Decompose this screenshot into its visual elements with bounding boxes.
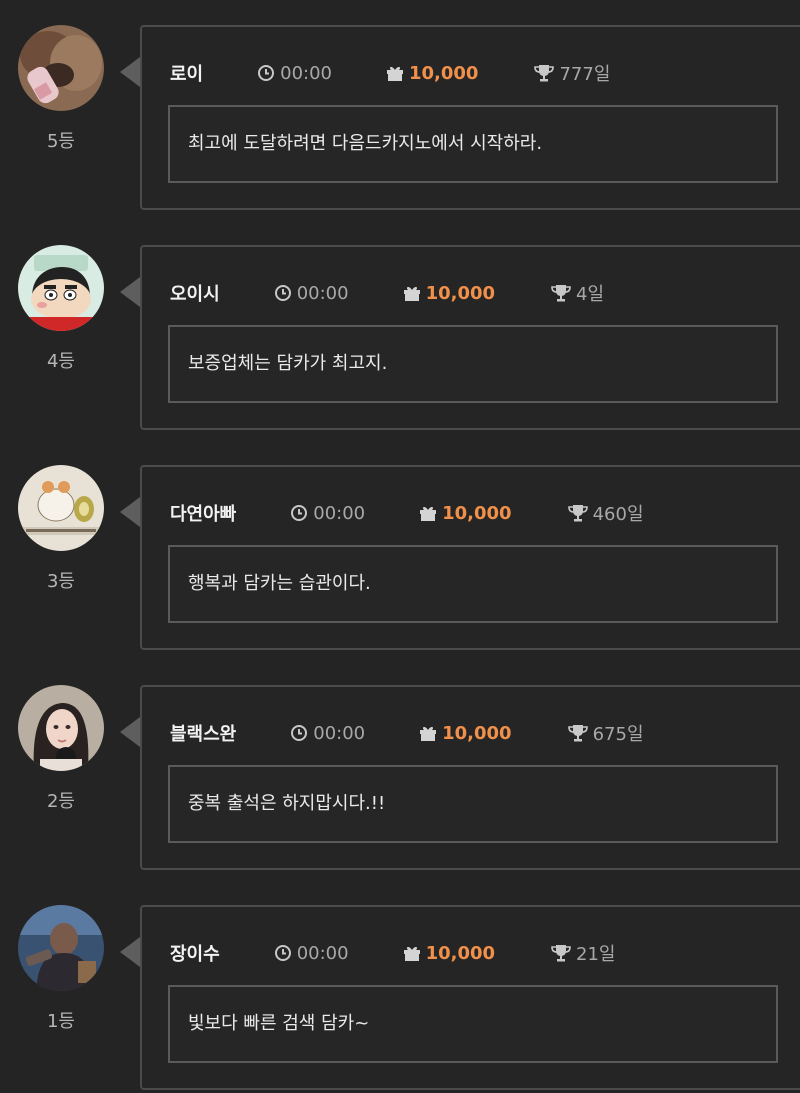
avatar[interactable] [18,685,104,771]
entry-meta: 로이 00:00 10,000 777일 [170,60,788,86]
rank-label: 1등 [46,1011,75,1032]
reward-value: 10,000 [409,62,479,84]
avatar[interactable] [18,465,104,551]
attendance-entry: 5등 로이 00:00 10,000 777일 최고에 도달하려면 다음드카지노… [0,25,800,210]
time-value: 00:00 [296,282,349,304]
nickname[interactable]: 로이 [170,60,203,86]
reward-value: 10,000 [442,722,512,744]
attendance-streak: 777일 [534,60,610,86]
time-value: 00:00 [296,942,349,964]
card-pointer [120,937,140,967]
streak-value: 777일 [559,64,611,85]
clock-icon [274,284,292,302]
trophy-icon [534,64,555,82]
reward-points: 10,000 [419,502,512,524]
time-value: 00:00 [313,502,366,524]
check-in-time: 00:00 [257,63,332,84]
avatar[interactable] [18,25,104,111]
trophy-icon [567,724,588,742]
clock-icon [290,504,308,522]
attendance-entry: 4등 오이시 00:00 10,000 4일 보증업체는 담카가 최고지. [0,245,800,430]
gift-icon [403,944,421,962]
entry-meta: 다연아빠 00:00 10,000 460일 [170,500,788,526]
reward-points: 10,000 [386,63,478,84]
check-in-time: 00:00 [274,943,349,964]
rank-label: 2등 [46,791,75,812]
attendance-card: 다연아빠 00:00 10,000 460일 행복과 담카는 습관이다. [140,465,800,650]
clock-icon [290,724,308,742]
streak-value: 460일 [592,504,644,525]
reward-value: 10,000 [442,502,512,524]
clock-icon [257,64,275,82]
gift-icon [386,64,404,82]
streak-value: 675일 [592,724,644,745]
check-in-time: 00:00 [274,283,349,304]
streak-value: 21일 [576,944,616,965]
trophy-icon [551,944,571,962]
reward-points: 10,000 [403,283,495,304]
card-pointer [120,277,140,307]
attendance-streak: 21일 [551,940,616,966]
attendance-streak: 4일 [551,280,604,306]
avatar[interactable] [18,245,104,331]
entry-meta: 장이수 00:00 10,000 21일 [170,940,788,966]
rank-label: 3등 [46,571,75,592]
trophy-icon [551,284,571,302]
nickname[interactable]: 블랙스완 [170,720,236,746]
reward-points: 10,000 [403,943,495,964]
entry-meta: 블랙스완 00:00 10,000 675일 [170,720,788,746]
nickname[interactable]: 오이시 [170,280,220,306]
time-value: 00:00 [280,62,332,84]
check-in-time: 00:00 [290,503,365,524]
greeting-message: 보증업체는 담카가 최고지. [168,325,778,403]
rank-label: 5등 [46,131,75,152]
streak-value: 4일 [576,284,605,305]
card-pointer [120,497,140,527]
attendance-streak: 460일 [567,500,644,526]
gift-icon [403,284,421,302]
attendance-card: 블랙스완 00:00 10,000 675일 중복 출석은 하지맙시다.!! [140,685,800,870]
trophy-icon [567,504,588,522]
greeting-message: 행복과 담카는 습관이다. [168,545,778,623]
time-value: 00:00 [313,722,366,744]
attendance-entry: 1등 장이수 00:00 10,000 21일 빛보다 빠른 검색 담카~ [0,905,800,1090]
card-pointer [120,717,140,747]
check-in-time: 00:00 [290,723,365,744]
greeting-message: 최고에 도달하려면 다음드카지노에서 시작하라. [168,105,778,183]
attendance-list: 5등 로이 00:00 10,000 777일 최고에 도달하려면 다음드카지노… [0,0,800,1093]
gift-icon [419,504,437,522]
attendance-streak: 675일 [567,720,644,746]
entry-meta: 오이시 00:00 10,000 4일 [170,280,788,306]
nickname[interactable]: 다연아빠 [170,500,236,526]
attendance-card: 오이시 00:00 10,000 4일 보증업체는 담카가 최고지. [140,245,800,430]
clock-icon [274,944,292,962]
rank-label: 4등 [46,351,75,372]
attendance-entry: 3등 다연아빠 00:00 10,000 460일 행복과 담카는 습관이다. [0,465,800,650]
greeting-message: 중복 출석은 하지맙시다.!! [168,765,778,843]
attendance-entry: 2등 블랙스완 00:00 10,000 675일 중복 출석은 하지맙시다.!… [0,685,800,870]
reward-points: 10,000 [419,722,512,744]
nickname[interactable]: 장이수 [170,940,220,966]
gift-icon [419,724,437,742]
reward-value: 10,000 [425,282,496,304]
reward-value: 10,000 [425,942,496,964]
attendance-card: 로이 00:00 10,000 777일 최고에 도달하려면 다음드카지노에서 … [140,25,800,210]
card-pointer [120,57,140,87]
attendance-card: 장이수 00:00 10,000 21일 빛보다 빠른 검색 담카~ [140,905,800,1090]
greeting-message: 빛보다 빠른 검색 담카~ [168,985,778,1063]
avatar[interactable] [18,905,104,991]
